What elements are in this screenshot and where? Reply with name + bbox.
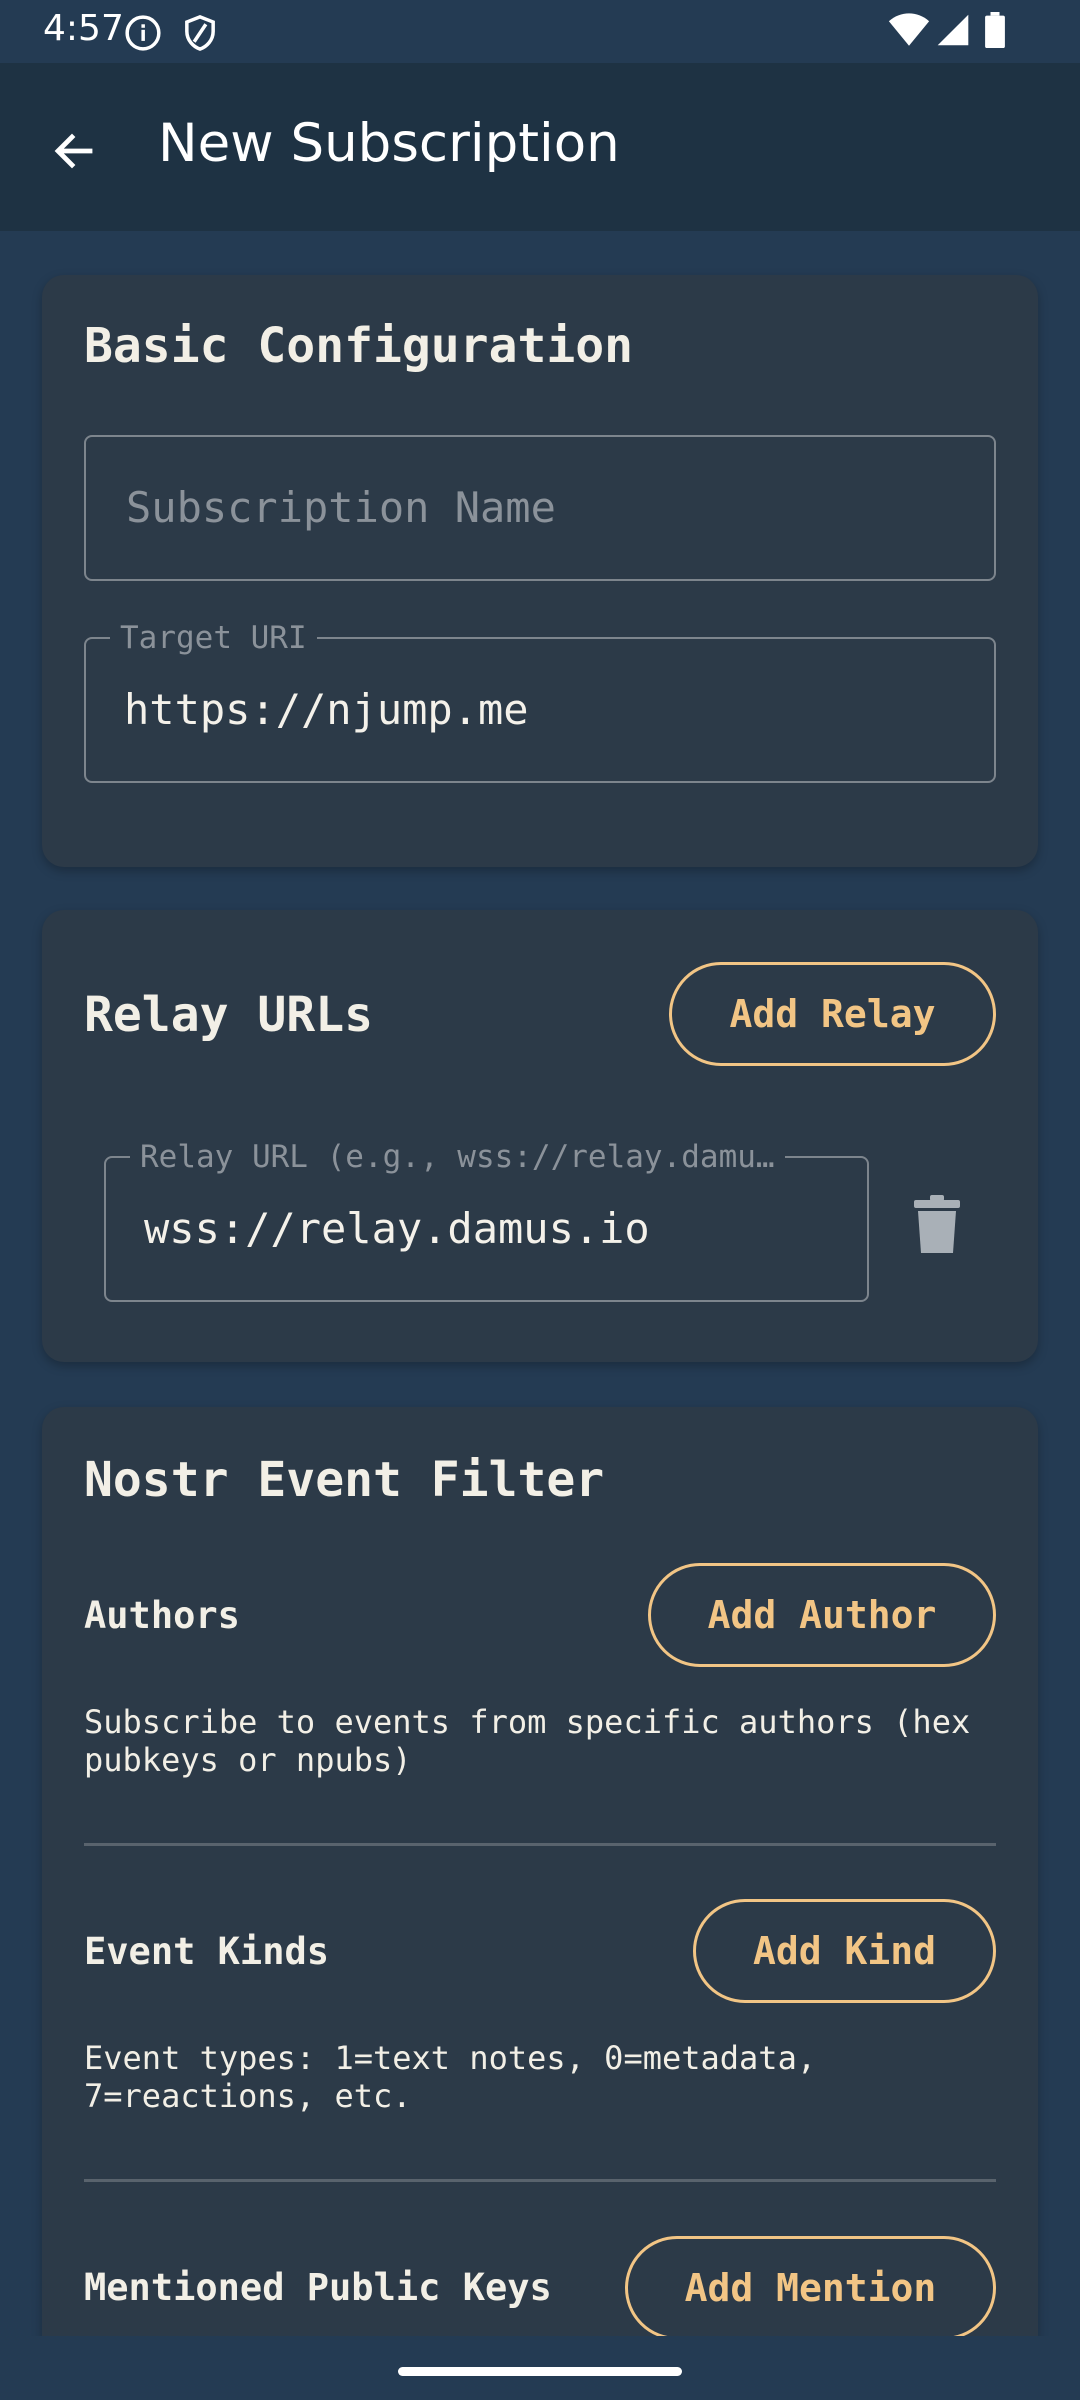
arrow-left-icon xyxy=(50,127,98,179)
target-uri-label: Target URI xyxy=(110,620,317,656)
wifi-icon xyxy=(888,12,930,48)
relay-urls-title: Relay URLs xyxy=(84,987,373,1043)
mentioned-public-keys-label: Mentioned Public Keys xyxy=(84,2266,552,2309)
add-kind-button[interactable]: Add Kind xyxy=(693,1899,996,2003)
divider xyxy=(84,2179,996,2182)
authors-help-text: Subscribe to events from specific author… xyxy=(84,1703,971,1779)
target-uri-value: https://njump.me xyxy=(124,685,529,734)
basic-configuration-card: Basic Configuration Subscription Name Ta… xyxy=(42,275,1038,867)
basic-configuration-title: Basic Configuration xyxy=(84,318,634,374)
add-relay-button[interactable]: Add Relay xyxy=(669,962,996,1066)
relay-url-value: wss://relay.damus.io xyxy=(144,1204,650,1253)
info-icon xyxy=(124,14,162,52)
target-uri-field[interactable]: Target URI https://njump.me xyxy=(84,620,996,783)
top-app-bar: New Subscription xyxy=(0,63,1080,231)
status-bar: 4:57 xyxy=(0,0,1080,63)
relay-urls-card: Relay URLs Add Relay Relay URL (e.g., ws… xyxy=(42,910,1038,1362)
subscription-name-field[interactable]: Subscription Name xyxy=(84,435,996,581)
relay-url-field[interactable]: Relay URL (e.g., wss://relay.damu… wss:/… xyxy=(104,1139,869,1302)
trash-icon xyxy=(914,1195,960,1259)
divider xyxy=(84,1843,996,1846)
back-button[interactable] xyxy=(38,117,110,189)
status-time: 4:57 xyxy=(43,8,124,49)
authors-label: Authors xyxy=(84,1594,240,1637)
add-author-button[interactable]: Add Author xyxy=(648,1563,996,1667)
relay-url-label: Relay URL (e.g., wss://relay.damu… xyxy=(130,1139,785,1175)
nostr-event-filter-title: Nostr Event Filter xyxy=(84,1452,605,1508)
event-kinds-label: Event Kinds xyxy=(84,1930,330,1973)
add-mention-button[interactable]: Add Mention xyxy=(625,2236,996,2340)
screen: 4:57 New Subscription Basic Configuratio… xyxy=(0,0,1080,2400)
nostr-event-filter-card: Nostr Event Filter Authors Add Author Su… xyxy=(42,1407,1038,2400)
subscription-name-placeholder: Subscription Name xyxy=(126,483,556,532)
gesture-handle[interactable] xyxy=(398,2367,682,2376)
event-kinds-help-text: Event types: 1=text notes, 0=metadata, 7… xyxy=(84,2039,817,2115)
signal-icon xyxy=(936,12,970,48)
shield-icon xyxy=(182,14,218,52)
battery-icon xyxy=(984,12,1006,48)
page-title: New Subscription xyxy=(158,113,620,174)
delete-relay-button[interactable] xyxy=(904,1185,970,1269)
